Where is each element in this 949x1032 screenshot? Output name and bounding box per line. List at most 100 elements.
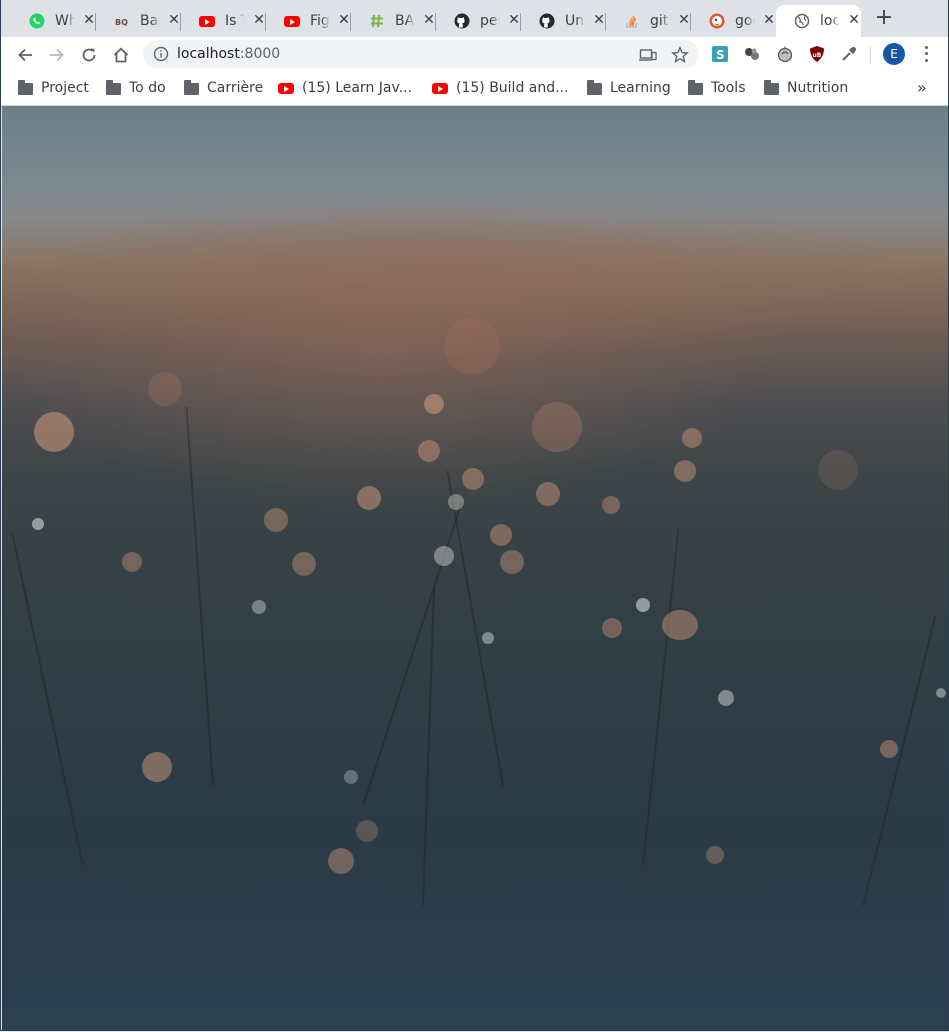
- bokeh-light: [418, 440, 440, 462]
- reload-button[interactable]: [77, 43, 101, 67]
- tab-youtube-1[interactable]: Is This ✕: [181, 5, 266, 37]
- stackoverflow-icon: [624, 13, 640, 29]
- url-host: localhost: [177, 46, 240, 62]
- bokeh-light: [682, 428, 702, 448]
- url-text[interactable]: localhost:8000: [177, 44, 280, 64]
- tab-batchquery[interactable]: BQ BatchQuery ✕: [96, 5, 181, 37]
- dew-drop: [448, 494, 464, 510]
- folder-icon: [105, 80, 121, 96]
- hashtag-icon: [369, 13, 385, 29]
- tab-duckduckgo[interactable]: goo ✕: [691, 5, 776, 37]
- github-icon: [454, 13, 470, 29]
- forward-button[interactable]: [45, 43, 69, 67]
- tab-title: BASH: [395, 13, 415, 29]
- info-icon[interactable]: [153, 46, 169, 62]
- toolbar: localhost:8000 S uB E: [1, 37, 948, 72]
- address-bar[interactable]: localhost:8000: [143, 40, 699, 68]
- eyedropper-icon[interactable]: [840, 45, 858, 63]
- youtube-icon: [278, 80, 294, 96]
- svg-text:BQ: BQ: [115, 18, 128, 27]
- close-icon[interactable]: ✕: [846, 12, 862, 28]
- extension-s-icon[interactable]: S: [711, 45, 729, 63]
- svg-text:S: S: [716, 48, 725, 62]
- folder-icon: [17, 80, 33, 96]
- back-button[interactable]: [13, 43, 37, 67]
- home-button[interactable]: [109, 43, 133, 67]
- reload-icon: [82, 48, 96, 62]
- svg-text:uB: uB: [813, 52, 822, 59]
- tab-title: goo: [735, 13, 755, 29]
- bokeh-light: [264, 508, 288, 532]
- close-icon[interactable]: ✕: [761, 12, 777, 28]
- bokeh-light: [122, 552, 142, 572]
- ublock-shield-icon[interactable]: uB: [808, 45, 826, 63]
- tab-title: loc: [820, 13, 840, 29]
- tab-localhost-active[interactable]: loc ✕: [776, 5, 861, 37]
- bookmark-label: (15) Learn Jav...: [302, 80, 413, 96]
- bookmark-nutrition[interactable]: Nutrition: [763, 78, 848, 98]
- bottom-vignette: [2, 786, 948, 1030]
- bokeh-light: [462, 468, 484, 490]
- menu-kebab-icon[interactable]: [917, 44, 935, 64]
- tab-youtube-2[interactable]: Figma ✕: [266, 5, 351, 37]
- extension-onion-icon[interactable]: [776, 45, 794, 63]
- bookmarks-overflow-chevron-icon[interactable]: »: [917, 78, 927, 98]
- dew-drop: [434, 546, 454, 566]
- bokeh-light: [444, 318, 500, 374]
- cast-icon[interactable]: [639, 46, 657, 64]
- bookmark-learn-javascript[interactable]: (15) Learn Jav...: [278, 78, 412, 98]
- bookmark-label: Project: [41, 80, 89, 96]
- forward-arrow-icon: [50, 48, 64, 62]
- tab-stackoverflow[interactable]: git ✕: [606, 5, 691, 37]
- folder-icon: [763, 80, 779, 96]
- extension-dots-icon[interactable]: [743, 45, 761, 63]
- tab-github-2[interactable]: Un ✕: [521, 5, 606, 37]
- bookmark-project[interactable]: Project: [17, 78, 89, 98]
- folder-icon: [586, 80, 602, 96]
- tab-whatsapp[interactable]: WhatsApp ✕: [11, 5, 96, 37]
- bokeh-light: [424, 394, 444, 414]
- bookmarks-bar: Project To do Carrière (15) Learn Jav...…: [1, 72, 948, 106]
- bokeh-light: [500, 550, 524, 574]
- bookmark-label: Carrière: [207, 80, 264, 96]
- tab-title: Un: [565, 13, 585, 29]
- youtube-icon: [199, 13, 215, 29]
- bookmark-label: (15) Build and...: [456, 80, 569, 96]
- bokeh-light: [602, 496, 620, 514]
- bq-icon: BQ: [114, 13, 130, 29]
- tab-title: WhatsApp: [55, 13, 75, 29]
- bokeh-light: [357, 486, 381, 510]
- tab-title: peu: [480, 13, 500, 29]
- dew-drop: [32, 518, 44, 530]
- tab-title: Is This: [225, 13, 245, 29]
- url-port: :8000: [239, 46, 281, 62]
- grass-blade: [185, 406, 214, 787]
- bookmark-build-and[interactable]: (15) Build and...: [432, 78, 568, 98]
- bookmark-carriere[interactable]: Carrière: [183, 78, 263, 98]
- bokeh-light: [292, 552, 316, 576]
- bokeh-light: [674, 460, 696, 482]
- folder-icon: [183, 80, 199, 96]
- profile-avatar[interactable]: E: [883, 43, 905, 65]
- grass-blade: [446, 470, 504, 787]
- home-icon: [113, 47, 129, 63]
- dew-drop: [718, 690, 734, 706]
- new-tab-button[interactable]: +: [873, 7, 895, 30]
- bookmark-learning[interactable]: Learning: [586, 78, 671, 98]
- bookmark-label: Learning: [610, 80, 671, 96]
- github-icon: [539, 13, 555, 29]
- bookmark-tools[interactable]: Tools: [687, 78, 746, 98]
- tab-bash[interactable]: BASH ✕: [351, 5, 436, 37]
- duckduckgo-icon: [709, 13, 725, 29]
- bokeh-light: [818, 450, 858, 490]
- bookmark-star-icon[interactable]: [671, 46, 689, 64]
- dew-drop: [636, 598, 650, 612]
- dew-drop: [252, 600, 266, 614]
- bookmark-label: Nutrition: [787, 80, 849, 96]
- bookmark-todo[interactable]: To do: [105, 78, 166, 98]
- tab-title: git: [650, 13, 669, 29]
- tab-github-1[interactable]: peu ✕: [436, 5, 521, 37]
- bokeh-light: [662, 610, 698, 640]
- back-arrow-icon: [18, 48, 32, 62]
- bokeh-light: [536, 482, 560, 506]
